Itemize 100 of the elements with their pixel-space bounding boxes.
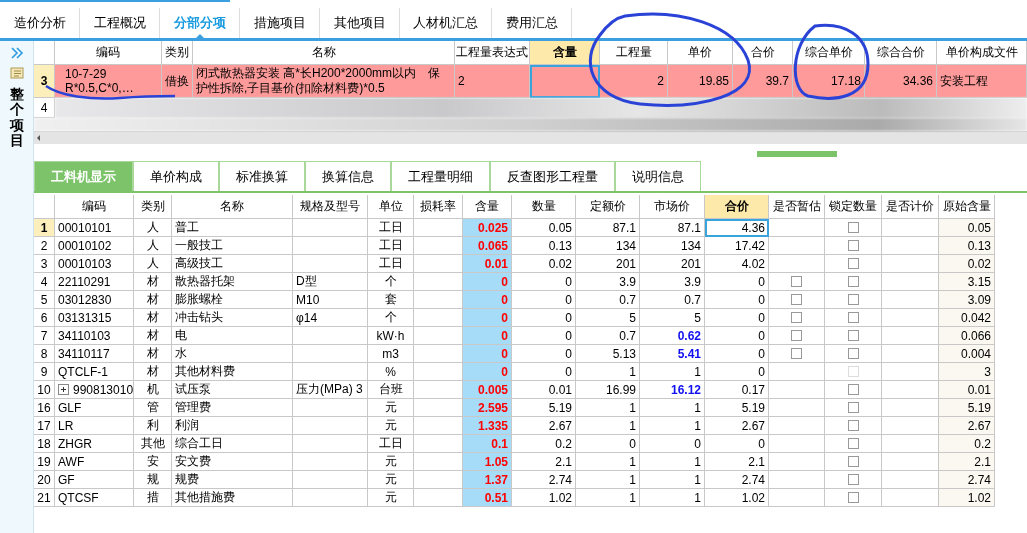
tab[interactable]: 标准换算 (219, 161, 305, 191)
checkbox[interactable] (847, 474, 859, 485)
column-header[interactable]: 编码 (55, 195, 134, 219)
column-header[interactable]: 单价 (668, 41, 733, 65)
table-cell: 元 (368, 471, 414, 489)
checkbox[interactable] (791, 294, 802, 305)
column-header[interactable]: 含量 (463, 195, 512, 219)
checkbox[interactable] (847, 258, 859, 269)
tab[interactable]: 工程量明细 (391, 161, 490, 191)
checkbox[interactable] (847, 492, 859, 503)
horizontal-scrollbar[interactable] (34, 131, 1027, 144)
checkbox[interactable] (847, 384, 859, 395)
row-number[interactable]: 5 (34, 291, 55, 309)
column-header[interactable]: 综合合价 (865, 41, 937, 65)
row-number[interactable]: 17 (34, 417, 55, 435)
tab[interactable]: 措施项目 (240, 8, 320, 38)
table-cell: 0 (705, 345, 769, 363)
table-cell: 材 (134, 309, 172, 327)
checkbox[interactable] (847, 438, 859, 449)
column-header[interactable]: 名称 (172, 195, 293, 219)
column-header[interactable]: 损耗率 (414, 195, 463, 219)
checkbox[interactable] (791, 312, 802, 323)
table-cell: 0 (512, 291, 576, 309)
row-number[interactable]: 18 (34, 435, 55, 453)
table-cell: 2 (455, 65, 530, 98)
tab[interactable]: 反查图形工程量 (490, 161, 615, 191)
column-header[interactable]: 规格及型号 (293, 195, 368, 219)
checkbox[interactable] (847, 420, 859, 431)
column-header[interactable]: 市场价 (640, 195, 705, 219)
checkbox[interactable] (847, 240, 859, 251)
table-cell: 材 (134, 345, 172, 363)
tab[interactable]: 其他项目 (320, 8, 400, 38)
column-header[interactable]: 是否计价 (882, 195, 939, 219)
table-cell: 试压泵 (172, 381, 293, 399)
table-cell: 膨胀螺栓 (172, 291, 293, 309)
tab[interactable]: 单价构成 (133, 161, 219, 191)
row-number[interactable]: 8 (34, 345, 55, 363)
table-cell: 0 (512, 309, 576, 327)
row-number[interactable]: 21 (34, 489, 55, 507)
column-header[interactable]: 原始含量 (939, 195, 995, 219)
checkbox[interactable] (791, 330, 802, 341)
row-number[interactable]: 4 (34, 273, 55, 291)
table-cell: 0 (512, 273, 576, 291)
column-header[interactable]: 名称 (193, 41, 455, 65)
table-cell: 其他措施费 (172, 489, 293, 507)
checkbox[interactable] (791, 276, 802, 287)
column-header[interactable]: 定额价 (576, 195, 640, 219)
row-number[interactable]: 19 (34, 453, 55, 471)
table-cell: 3.9 (640, 273, 705, 291)
column-header[interactable]: 类别 (162, 41, 193, 65)
tab[interactable]: 工程概况 (80, 8, 160, 38)
checkbox[interactable] (791, 348, 802, 359)
sidebar-label[interactable]: 整个项目 (9, 87, 24, 149)
checkbox[interactable] (847, 456, 859, 467)
tab[interactable]: 费用汇总 (492, 8, 572, 38)
column-header[interactable]: 类别 (134, 195, 172, 219)
row-number[interactable]: 2 (34, 237, 55, 255)
checkbox[interactable] (847, 294, 859, 305)
column-header[interactable]: 综合单价 (793, 41, 865, 65)
tab[interactable]: 造价分析 (0, 8, 80, 38)
row-number[interactable]: 3 (34, 65, 55, 98)
column-header[interactable]: 是否暂估 (769, 195, 825, 219)
row-number[interactable]: 10 (34, 381, 55, 399)
expand-icon[interactable] (58, 384, 69, 395)
column-header[interactable]: 编码 (55, 41, 162, 65)
table-cell: 1 (576, 471, 640, 489)
row-number[interactable]: 9 (34, 363, 55, 381)
column-header[interactable]: 单位 (368, 195, 414, 219)
row-number[interactable]: 1 (34, 219, 55, 237)
checkbox[interactable] (847, 402, 859, 413)
column-header[interactable]: 数量 (512, 195, 576, 219)
tab[interactable]: 换算信息 (305, 161, 391, 191)
column-header[interactable]: 单价构成文件 (937, 41, 1027, 65)
checkbox[interactable] (847, 312, 859, 323)
checkbox[interactable] (847, 222, 859, 233)
row-number[interactable]: 3 (34, 255, 55, 273)
column-header[interactable]: 工程量 (600, 41, 668, 65)
column-header[interactable]: 含量 (530, 41, 600, 65)
tab[interactable]: 说明信息 (615, 161, 701, 191)
checkbox[interactable] (847, 348, 859, 359)
row-number[interactable]: 16 (34, 399, 55, 417)
expand-sidebar-icon[interactable] (9, 47, 24, 59)
column-header[interactable]: 合价 (733, 41, 793, 65)
row-number[interactable]: 7 (34, 327, 55, 345)
tab[interactable]: 人材机汇总 (400, 8, 492, 38)
checkbox[interactable] (847, 330, 859, 341)
column-header[interactable]: 锁定数量 (825, 195, 882, 219)
document-icon[interactable] (9, 67, 24, 79)
table-cell: 5.41 (640, 345, 705, 363)
column-header[interactable]: 工程量表达式 (455, 41, 530, 65)
row-number[interactable]: 4 (34, 98, 55, 118)
table-cell: 0.05 (939, 219, 995, 237)
column-header[interactable]: 合价 (705, 195, 769, 219)
checkbox[interactable] (847, 276, 859, 287)
row-number[interactable]: 6 (34, 309, 55, 327)
splitter-handle[interactable] (757, 151, 837, 157)
table-cell: 03131315 (55, 309, 134, 327)
table-cell: 03012830 (55, 291, 134, 309)
row-number[interactable]: 20 (34, 471, 55, 489)
table-cell: 管理费 (172, 399, 293, 417)
